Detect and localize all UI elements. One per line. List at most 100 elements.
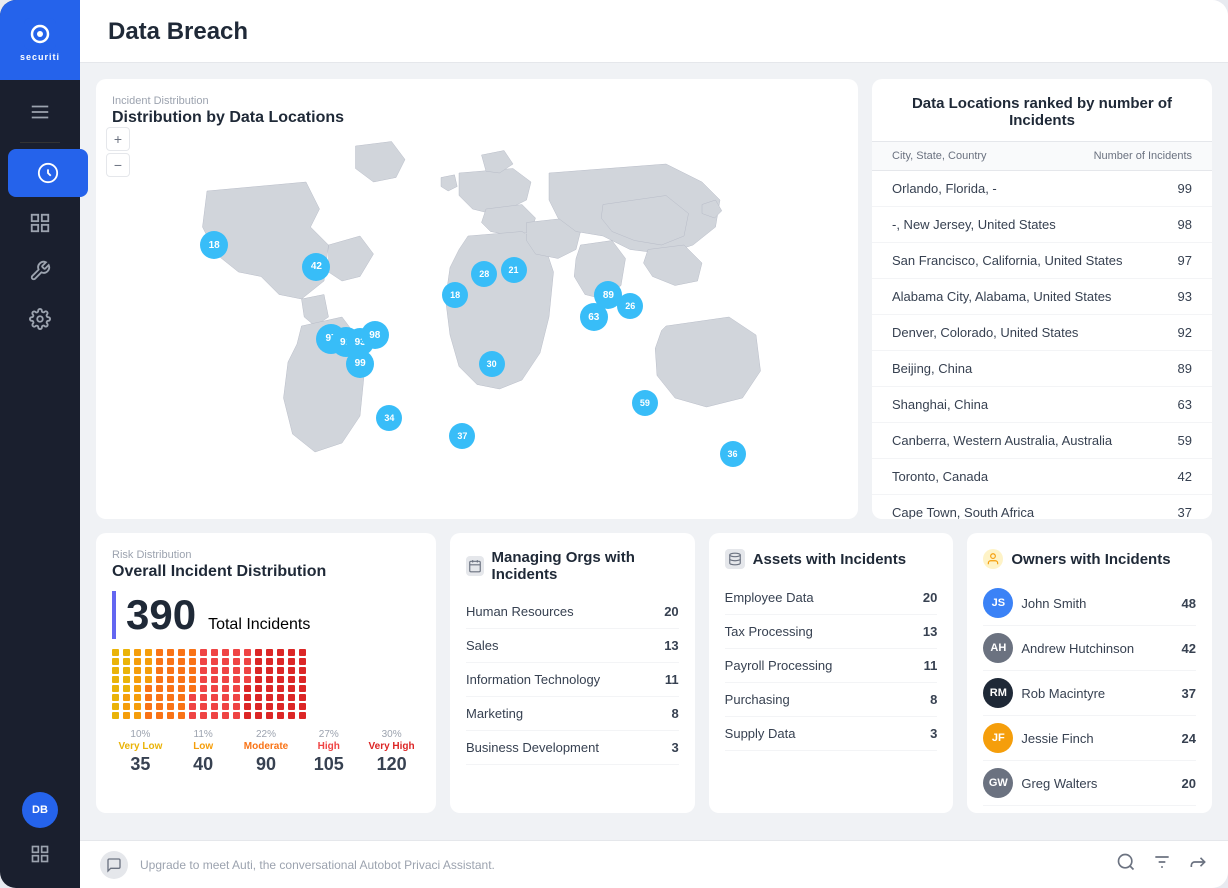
logo[interactable]: securiti	[0, 0, 80, 80]
search-button[interactable]	[1116, 852, 1136, 877]
dot	[200, 685, 207, 692]
map-bubble[interactable]: 34	[376, 405, 402, 431]
location-name: San Francisco, California, United States	[892, 253, 1123, 268]
tools-icon	[29, 260, 51, 282]
map-bubble[interactable]: 21	[501, 257, 527, 283]
dot	[167, 658, 174, 665]
owner-row: GW Greg Walters 20	[983, 761, 1196, 806]
dot	[112, 649, 119, 656]
map-bubble[interactable]: 98	[361, 321, 389, 349]
sidebar-item-dashboard[interactable]	[0, 199, 80, 247]
dot	[134, 694, 141, 701]
dot	[222, 649, 229, 656]
dot	[244, 694, 251, 701]
dot	[145, 694, 152, 701]
owners-header: Owners with Incidents	[983, 549, 1196, 569]
org-name: Information Technology	[466, 672, 600, 687]
location-count: 97	[1178, 253, 1192, 268]
map-bubble[interactable]: 99	[346, 350, 374, 378]
owner-row: AH Andrew Hutchinson 42	[983, 626, 1196, 671]
org-name: Marketing	[466, 706, 523, 721]
dot	[178, 685, 185, 692]
dot	[288, 676, 295, 683]
owner-count: 48	[1182, 596, 1196, 611]
total-label: Total Incidents	[208, 616, 310, 634]
dot	[145, 658, 152, 665]
col-incidents-label: Number of Incidents	[1094, 150, 1192, 162]
location-name: -, New Jersey, United States	[892, 217, 1056, 232]
owner-name: John Smith	[1021, 596, 1086, 611]
map-bubble[interactable]: 30	[479, 351, 505, 377]
dot-column	[200, 649, 207, 719]
sidebar-item-menu[interactable]	[0, 88, 80, 136]
org-row: Business Development3	[466, 731, 679, 765]
dot	[112, 667, 119, 674]
location-count: 37	[1178, 505, 1192, 519]
dot-column	[145, 649, 152, 719]
sidebar-item-tools[interactable]	[0, 247, 80, 295]
map-bubble[interactable]: 37	[449, 423, 475, 449]
asset-name: Purchasing	[725, 692, 790, 707]
dot	[112, 676, 119, 683]
location-row: Denver, Colorado, United States92	[872, 315, 1212, 351]
grid-icon	[30, 844, 50, 864]
share-button[interactable]	[1188, 852, 1208, 877]
share-icon	[1188, 852, 1208, 872]
filter-button[interactable]	[1152, 852, 1172, 877]
dot	[288, 667, 295, 674]
grid-button[interactable]	[22, 836, 58, 872]
dot	[156, 694, 163, 701]
dot	[211, 703, 218, 710]
location-count: 63	[1178, 397, 1192, 412]
map-bubble[interactable]: 63	[580, 303, 608, 331]
dot	[277, 694, 284, 701]
dot	[134, 676, 141, 683]
assets-title: Assets with Incidents	[753, 551, 906, 568]
dot	[211, 649, 218, 656]
dot	[255, 649, 262, 656]
dot	[123, 667, 130, 674]
dot	[288, 658, 295, 665]
map-bubble[interactable]: 26	[617, 293, 643, 319]
dashboard-icon	[29, 212, 51, 234]
asset-name: Supply Data	[725, 726, 796, 741]
map-bubble[interactable]: 18	[442, 282, 468, 308]
sidebar: securiti DB	[0, 0, 80, 888]
dot	[178, 694, 185, 701]
page-title: Data Breach	[108, 18, 1200, 46]
dot	[178, 667, 185, 674]
user-avatar[interactable]: DB	[22, 792, 58, 828]
dot	[222, 685, 229, 692]
owners-title: Owners with Incidents	[1011, 551, 1170, 568]
dot	[189, 712, 196, 719]
owner-name: Andrew Hutchinson	[1021, 641, 1134, 656]
map-bubble[interactable]: 42	[302, 253, 330, 281]
risk-pct: 30%	[363, 729, 420, 740]
dot	[233, 712, 240, 719]
sidebar-item-settings[interactable]	[0, 295, 80, 343]
dot	[277, 667, 284, 674]
dot	[255, 685, 262, 692]
sidebar-item-data[interactable]	[8, 149, 88, 197]
dot	[112, 685, 119, 692]
dot	[123, 694, 130, 701]
orgs-header: Managing Orgs with Incidents	[466, 549, 679, 583]
bottom-icons	[1116, 852, 1208, 877]
dot	[211, 694, 218, 701]
map-bubble[interactable]: 36	[720, 441, 746, 467]
risk-count: 35	[112, 754, 169, 775]
dot	[167, 649, 174, 656]
dot	[200, 658, 207, 665]
dot-column	[167, 649, 174, 719]
map-bubble[interactable]: 28	[471, 261, 497, 287]
dot	[277, 685, 284, 692]
dot	[156, 667, 163, 674]
dot	[211, 712, 218, 719]
map-bubble[interactable]: 18	[200, 231, 228, 259]
asset-count: 3	[930, 726, 937, 741]
dot	[255, 667, 262, 674]
risk-pct: 11%	[175, 729, 232, 740]
dot	[222, 694, 229, 701]
map-bubble[interactable]: 59	[632, 390, 658, 416]
dot	[189, 703, 196, 710]
